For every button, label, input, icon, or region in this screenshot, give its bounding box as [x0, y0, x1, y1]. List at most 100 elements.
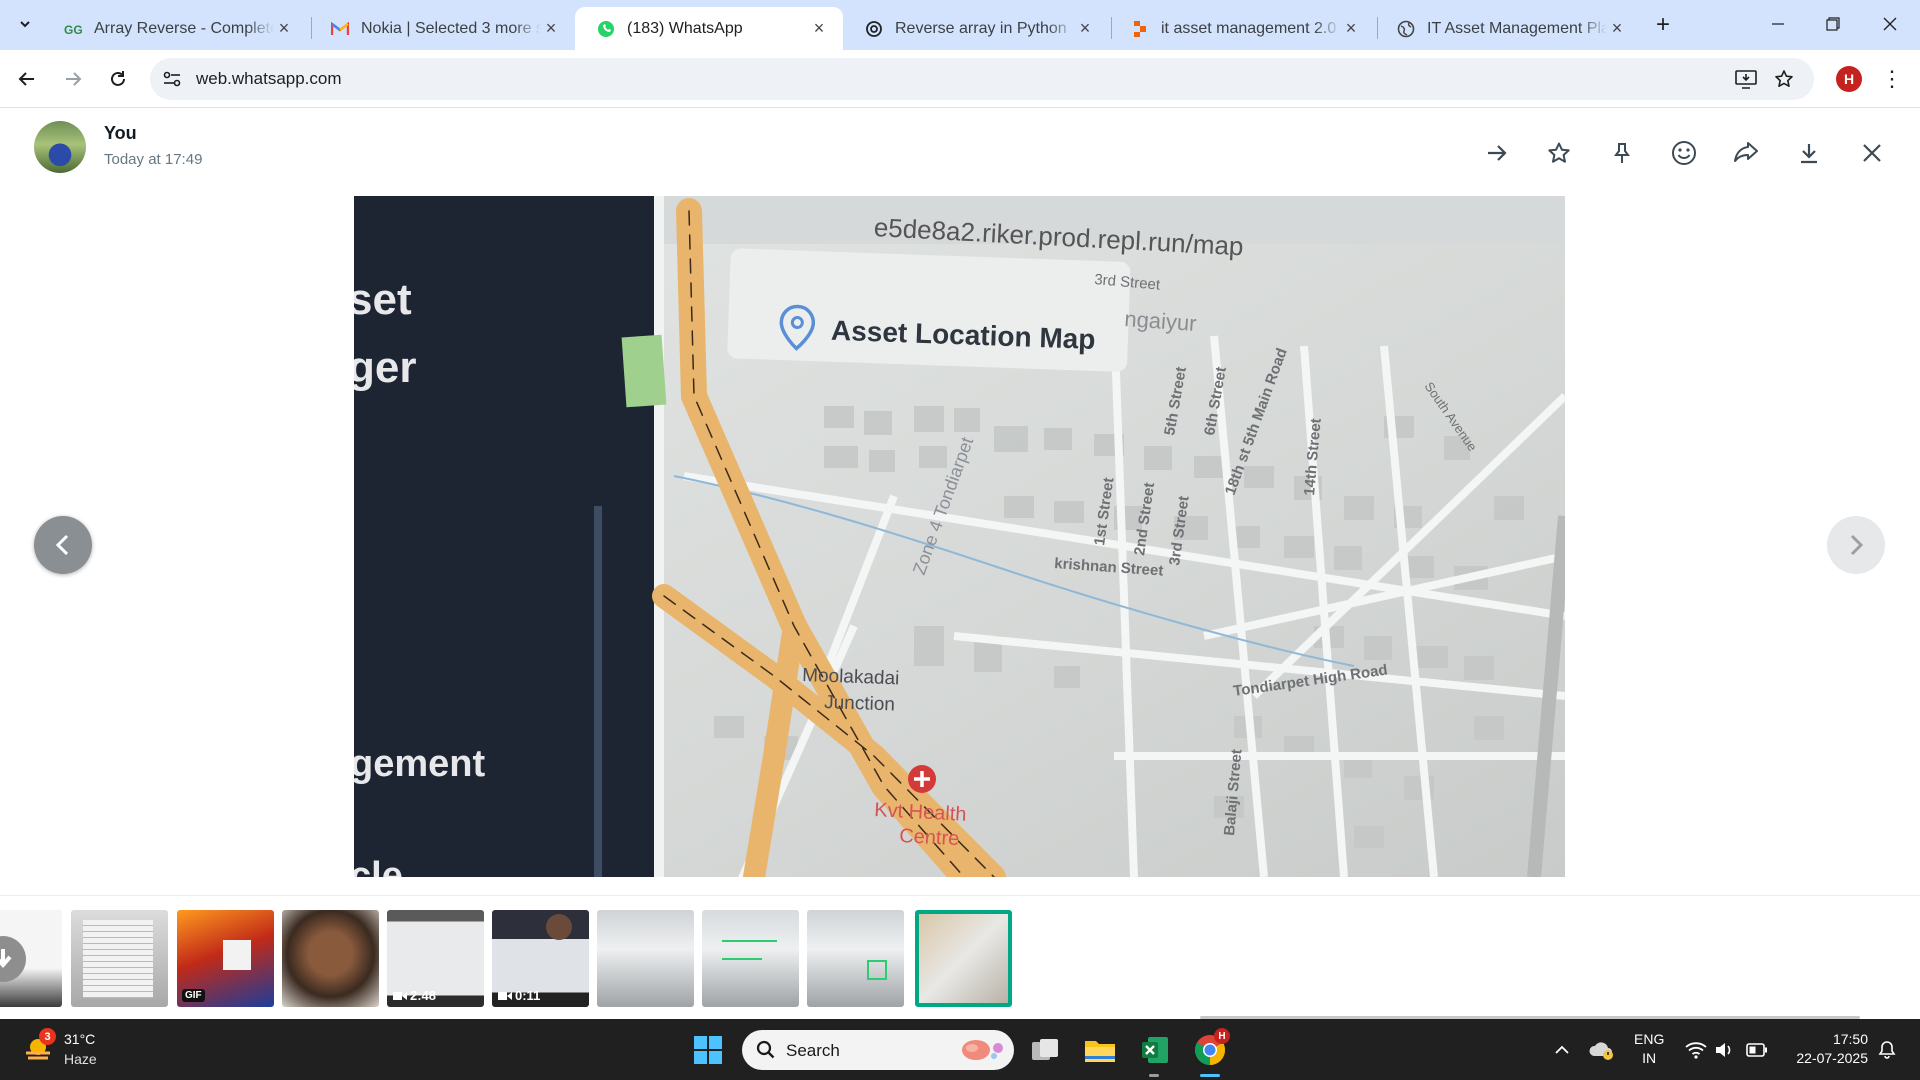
thumbnail-gif[interactable]: GIF	[177, 910, 274, 1007]
captured-sidebar-word: ger	[354, 343, 416, 392]
show-hidden-icons-button[interactable]	[1549, 1037, 1575, 1063]
next-media-button[interactable]	[1827, 516, 1885, 574]
bookmark-button[interactable]	[1772, 67, 1796, 91]
video-duration: 2:48	[393, 988, 436, 1003]
download-icon	[1801, 144, 1817, 164]
install-app-icon	[1735, 70, 1757, 89]
pin-button[interactable]	[1602, 133, 1642, 173]
tab-it-asset-platform[interactable]: IT Asset Management Platform ×	[1375, 7, 1641, 50]
tab-search-button[interactable]	[12, 10, 38, 38]
forward-button[interactable]	[1727, 133, 1767, 173]
thumbnail-map-selected[interactable]	[915, 910, 1012, 1007]
profile-avatar[interactable]: H	[1836, 66, 1862, 92]
close-icon[interactable]: ×	[1075, 18, 1095, 39]
excel-icon	[1142, 1037, 1168, 1063]
forward-button[interactable]	[55, 61, 91, 97]
close-icon[interactable]: ×	[1607, 18, 1627, 39]
start-button[interactable]	[690, 1032, 726, 1068]
reload-icon	[111, 71, 125, 86]
avatar[interactable]	[34, 121, 86, 173]
tab-chatgpt[interactable]: Reverse array in Python ×	[843, 7, 1109, 50]
forward-icon	[1734, 142, 1758, 162]
tab-strip: GG Array Reverse - Complete Tutorial × N…	[0, 0, 1920, 50]
reload-button[interactable]	[100, 61, 136, 97]
site-info-icon[interactable]	[162, 69, 182, 89]
download-button[interactable]	[1789, 133, 1829, 173]
browser-toolbar: web.whatsapp.com H ⋮	[0, 50, 1920, 108]
task-view-icon	[1032, 1039, 1058, 1060]
previous-media-button[interactable]	[34, 516, 92, 574]
minimize-icon	[1772, 23, 1784, 25]
video-camera-icon	[393, 991, 407, 1000]
file-explorer-button[interactable]	[1082, 1032, 1118, 1068]
network-button[interactable]	[1683, 1037, 1709, 1063]
go-to-message-button[interactable]	[1477, 133, 1517, 173]
close-icon[interactable]: ×	[541, 18, 561, 39]
star-button[interactable]	[1539, 133, 1579, 173]
close-icon[interactable]: ×	[1341, 18, 1361, 39]
thumbnail-video[interactable]: 0:11	[492, 910, 589, 1007]
task-view-button[interactable]	[1027, 1032, 1063, 1068]
more-vert-icon: ⋮	[1881, 66, 1903, 91]
chevron-up-icon	[1555, 1045, 1569, 1054]
thumbnail-video[interactable]: 2:48	[387, 910, 484, 1007]
brain-decoration-icon	[962, 1040, 1003, 1060]
restore-button[interactable]	[1813, 8, 1853, 40]
new-tab-button[interactable]: +	[1648, 10, 1678, 40]
download-icon[interactable]	[0, 936, 26, 982]
thumbnail-photo[interactable]	[282, 910, 379, 1007]
install-app-button[interactable]	[1734, 67, 1758, 91]
tab-nokia-gmail[interactable]: Nokia | Selected 3 more students ×	[309, 7, 575, 50]
tab-title: Reverse array in Python	[895, 19, 1067, 37]
onedrive-button[interactable]	[1588, 1037, 1614, 1063]
map-title-card: Asset Location Map	[727, 248, 1131, 372]
address-bar[interactable]: web.whatsapp.com	[150, 58, 1814, 100]
tab-array-reverse[interactable]: GG Array Reverse - Complete Tutorial ×	[42, 7, 308, 50]
volume-button[interactable]	[1711, 1037, 1737, 1063]
running-indicator	[1149, 1074, 1159, 1077]
close-icon[interactable]: ×	[274, 18, 294, 39]
search-placeholder: Search	[786, 1041, 840, 1060]
close-viewer-button[interactable]	[1852, 133, 1892, 173]
thumbnail-screenshot[interactable]	[807, 910, 904, 1007]
input-language-button[interactable]: ENG IN	[1634, 1030, 1664, 1068]
taskbar-search[interactable]: Search	[742, 1030, 1014, 1070]
minimize-button[interactable]	[1758, 8, 1798, 40]
media-viewer-header: You Today at 17:49	[0, 109, 1920, 195]
emoji-icon	[1672, 141, 1696, 165]
tab-title: it asset management 2.0 - Replit	[1161, 19, 1341, 37]
temperature: 31°C	[64, 1031, 96, 1047]
thumbnail-screenshot[interactable]	[702, 910, 799, 1007]
react-button[interactable]	[1664, 133, 1704, 173]
map-label: ngaiyur	[1124, 306, 1198, 336]
thumbnail-download[interactable]	[0, 910, 62, 1007]
close-icon[interactable]: ×	[809, 18, 829, 39]
video-camera-icon	[498, 991, 512, 1000]
video-duration: 0:11	[498, 988, 540, 1003]
gfg-icon: GG	[64, 20, 82, 38]
clock[interactable]: 17:50 22-07-2025	[1782, 1030, 1868, 1068]
tab-whatsapp[interactable]: (183) WhatsApp ×	[575, 7, 843, 50]
window-close-button[interactable]	[1870, 8, 1910, 40]
speaker-icon	[1716, 1043, 1731, 1057]
back-button[interactable]	[9, 61, 45, 97]
notifications-button[interactable]	[1874, 1037, 1900, 1063]
captured-sidebar-word: set	[354, 275, 412, 324]
chrome-button[interactable]: H	[1192, 1028, 1230, 1068]
map-label: Junction	[824, 692, 895, 715]
thumbnail-document[interactable]	[71, 910, 168, 1007]
replit-icon	[1131, 20, 1149, 38]
tab-title: (183) WhatsApp	[627, 19, 743, 37]
browser-menu-button[interactable]: ⋮	[1881, 65, 1903, 93]
screen: GG Array Reverse - Complete Tutorial × N…	[0, 0, 1920, 1080]
tab-replit[interactable]: it asset management 2.0 - Replit ×	[1109, 7, 1375, 50]
profile-badge: H	[1214, 1028, 1230, 1044]
chevron-right-icon	[1850, 534, 1864, 556]
battery-button[interactable]	[1744, 1037, 1770, 1063]
excel-button[interactable]	[1137, 1032, 1173, 1068]
sender-name: You	[104, 123, 137, 143]
cloud-warning-icon	[1589, 1042, 1613, 1060]
close-icon	[1863, 144, 1881, 162]
thumbnail-screenshot[interactable]	[597, 910, 694, 1007]
whatsapp-icon	[597, 20, 615, 38]
